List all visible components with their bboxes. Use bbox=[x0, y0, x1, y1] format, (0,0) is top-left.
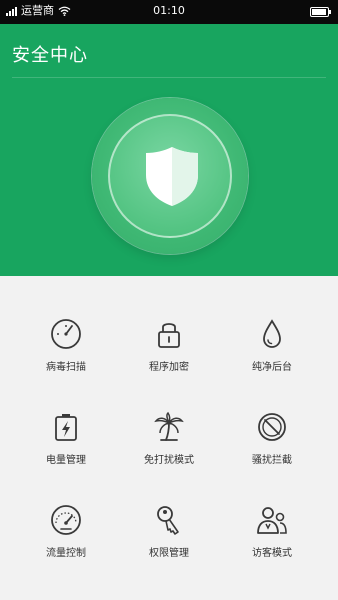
speedometer-icon bbox=[51, 505, 81, 535]
feature-label: 访客模式 bbox=[252, 548, 292, 559]
feature-label: 纯净后台 bbox=[252, 362, 292, 373]
feature-label: 骚扰拦截 bbox=[252, 455, 292, 466]
shield-disc bbox=[108, 114, 232, 238]
battery-icon bbox=[310, 7, 331, 17]
feature-clean-background[interactable]: 纯净后台 bbox=[216, 318, 328, 398]
feature-do-not-disturb[interactable]: 免打扰模式 bbox=[113, 411, 225, 491]
feature-data-control[interactable]: 流量控制 bbox=[10, 504, 122, 584]
feature-grid: 病毒扫描 程序加密 纯净后台 电量管理 免打扰模式 骚扰拦截 流量控制 权限管理… bbox=[0, 276, 338, 600]
palm-tree-icon bbox=[154, 411, 184, 441]
padlock-icon bbox=[158, 323, 180, 348]
hero-header: 安全中心 bbox=[0, 24, 338, 276]
feature-app-lock[interactable]: 程序加密 bbox=[113, 318, 225, 398]
feature-virus-scan[interactable]: 病毒扫描 bbox=[10, 318, 122, 398]
battery-bolt-icon bbox=[55, 414, 77, 441]
feature-harassment-block[interactable]: 骚扰拦截 bbox=[216, 411, 328, 491]
status-time: 01:10 bbox=[153, 4, 185, 17]
page-title: 安全中心 bbox=[12, 45, 88, 66]
feature-label: 权限管理 bbox=[149, 548, 189, 559]
water-drop-icon bbox=[263, 319, 281, 348]
visitor-people-icon bbox=[257, 507, 287, 534]
shield-icon bbox=[146, 147, 198, 206]
feature-label: 病毒扫描 bbox=[46, 362, 86, 373]
feature-label: 电量管理 bbox=[46, 455, 86, 466]
feature-visitor-mode[interactable]: 访客模式 bbox=[216, 504, 328, 584]
feature-label: 免打扰模式 bbox=[144, 455, 194, 466]
security-scan-button[interactable] bbox=[92, 98, 248, 254]
status-bar: 运营商 01:10 bbox=[0, 0, 338, 24]
feature-label: 程序加密 bbox=[149, 362, 189, 373]
header-divider bbox=[12, 77, 326, 78]
feature-label: 流量控制 bbox=[46, 548, 86, 559]
block-circle-icon bbox=[258, 413, 286, 441]
feature-permission-management[interactable]: 权限管理 bbox=[113, 504, 225, 584]
virus-scan-dial-icon bbox=[51, 319, 81, 349]
feature-power-management[interactable]: 电量管理 bbox=[10, 411, 122, 491]
key-icon bbox=[157, 506, 179, 535]
